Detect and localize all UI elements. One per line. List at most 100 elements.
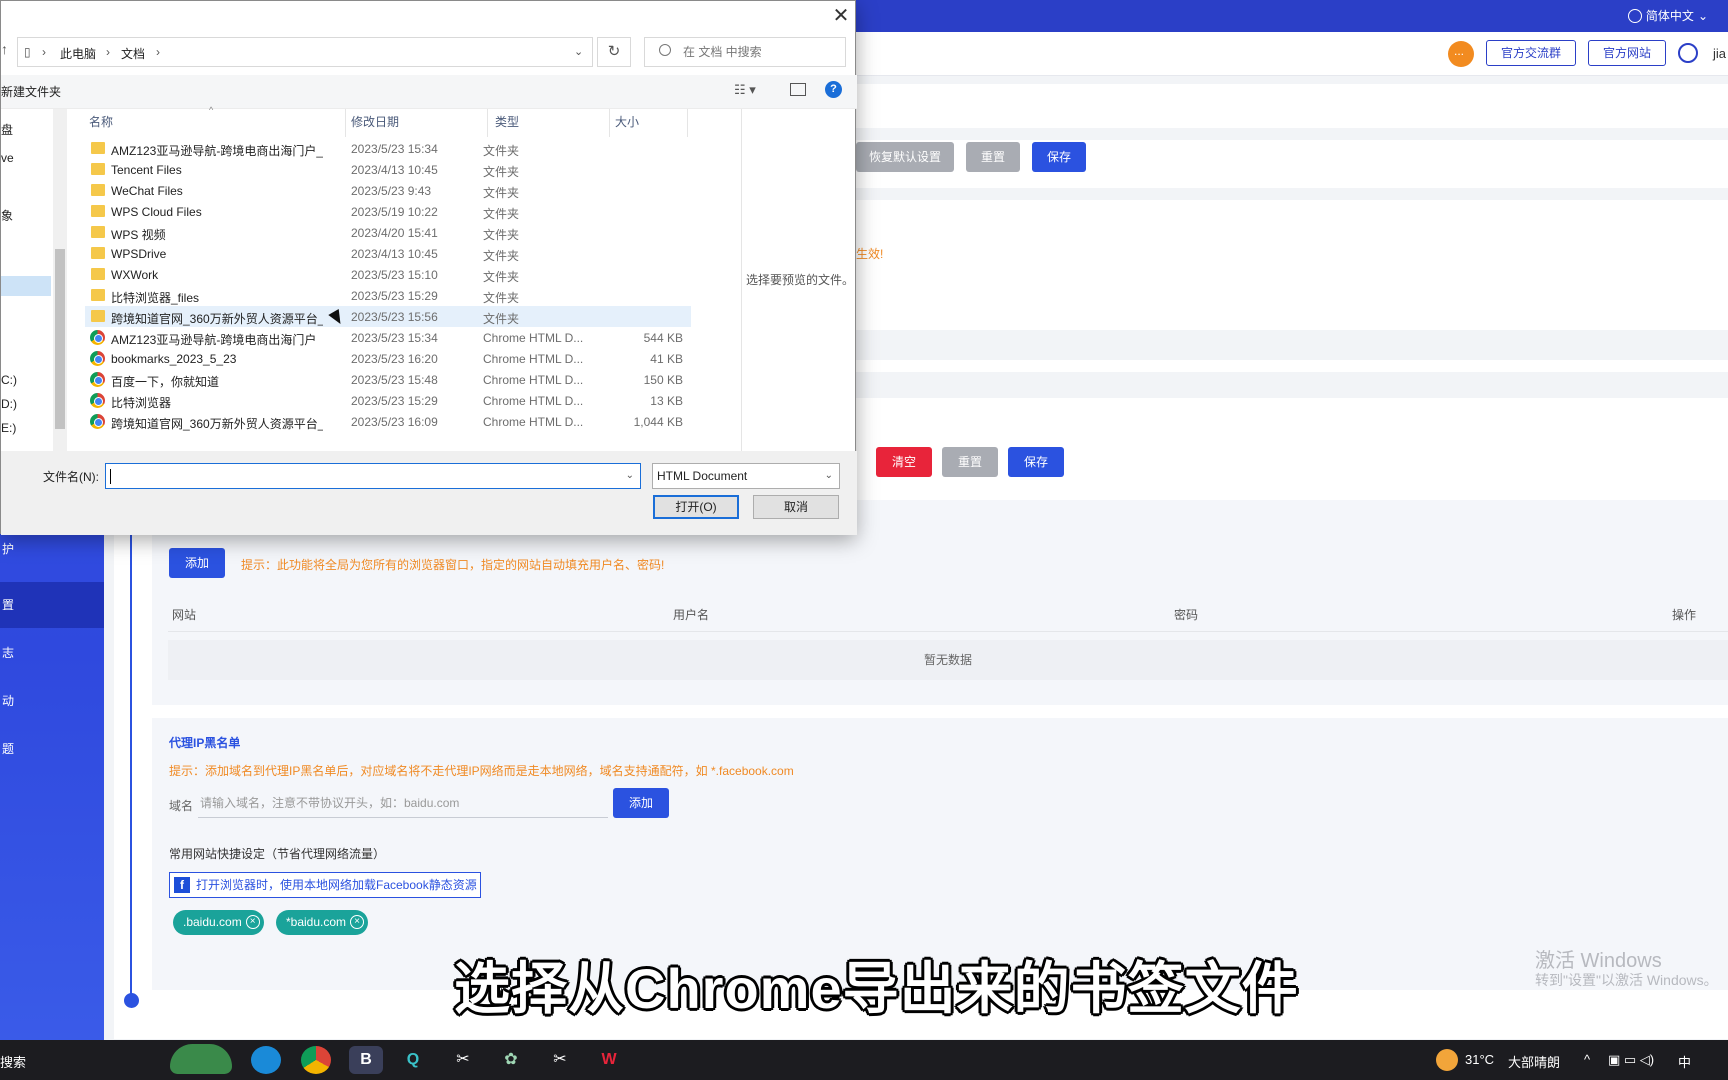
file-row[interactable]: WPS 视频 2023/4/20 15:41 文件夹 [85,222,691,243]
nav-item-drive-e[interactable]: E:) [1,421,16,435]
column-size[interactable]: 大小 [615,113,639,130]
customer-service-icon[interactable] [1448,41,1474,67]
nav-scrollbar-thumb[interactable] [55,249,65,429]
tag-label: .baidu.com [183,915,242,929]
open-button[interactable]: 打开(O) [653,495,739,519]
sidebar-item-topic[interactable]: 题 [0,726,104,772]
filetype-value: HTML Document [657,469,748,483]
tray-icons[interactable]: ▣ ▭ ◁) [1608,1052,1654,1068]
temperature[interactable]: 31°C [1465,1052,1494,1067]
chevron-down-icon[interactable]: ⌄ [574,45,583,58]
capcut-icon-2[interactable]: ✂ [545,1046,575,1074]
sidebar-item-log[interactable]: 志 [0,630,104,676]
file-row[interactable]: WPSDrive 2023/4/13 10:45 文件夹 [85,243,691,264]
chrome-html-icon [90,414,105,429]
ime-indicator[interactable]: 中 [1678,1052,1691,1071]
file-row[interactable]: AMZ123亚马逊导航-跨境电商出海门户 2023/5/23 15:34 Chrom… [85,327,691,348]
folder-icon [91,226,105,238]
reset-button-2[interactable]: 重置 [942,447,998,477]
file-row[interactable]: WPS Cloud Files 2023/5/19 10:22 文件夹 [85,201,691,222]
close-icon[interactable]: × [245,915,260,929]
file-name: WPSDrive [111,247,167,261]
search-placeholder: 在 文档 中搜索 [683,45,762,59]
column-separator[interactable] [609,109,610,137]
chrome-html-icon [90,393,105,408]
taskbar-search[interactable]: 搜索 [0,1052,26,1071]
nav-item-drive-c[interactable]: C:) [1,373,17,387]
column-date[interactable]: 修改日期 [351,113,399,130]
clear-button[interactable]: 清空 [876,447,932,477]
weather-icon[interactable] [1436,1049,1458,1071]
nav-item-disk[interactable]: 盘 [1,121,13,138]
save-button[interactable]: 保存 [1032,142,1086,172]
tray-chevron-icon[interactable]: ^ [1584,1052,1590,1067]
fan-icon[interactable]: ✿ [496,1046,526,1074]
edge-icon[interactable] [251,1046,281,1074]
official-site-button[interactable]: 官方网站 [1588,40,1667,66]
save-button-2[interactable]: 保存 [1008,447,1064,477]
breadcrumb-pc[interactable]: 此电脑 [60,45,96,62]
file-row[interactable]: bookmarks_2023_5_23 2023/5/23 16:20 Chrome… [85,348,691,369]
nav-item-pictures[interactable]: 象 [1,207,13,224]
globe-icon [1627,8,1642,23]
restore-defaults-button[interactable]: 恢复默认设置 [856,142,954,172]
user-avatar-icon[interactable] [1678,43,1698,63]
capcut-icon[interactable]: ✂ [448,1046,478,1074]
column-type[interactable]: 类型 [495,113,519,130]
nav-item-drive[interactable]: ve [1,151,14,165]
refresh-icon[interactable]: ↻ [597,37,631,67]
preview-text: 选择要预览的文件。 [746,273,855,287]
file-row[interactable]: 跨境知道官网_360万新外贸人资源平台_... 2023/5/23 15:56 文件… [85,306,691,327]
help-icon[interactable]: ? [825,81,842,98]
bitbrowser-icon[interactable]: B [349,1046,383,1074]
reset-button[interactable]: 重置 [966,142,1020,172]
wps-icon[interactable]: W [594,1046,624,1074]
file-date: 2023/5/23 16:20 [351,352,438,366]
domain-label: 域名 [169,799,194,813]
file-date: 2023/5/19 10:22 [351,205,438,219]
file-row[interactable]: 跨境知道官网_360万新外贸人资源平台_... 2023/5/23 16:09 Ch… [85,411,691,432]
nav-selected-item[interactable] [1,276,51,296]
file-name: bookmarks_2023_5_23 [111,352,237,366]
navigation-pane: 盘 ve 象 C:) D:) E:) [1,109,67,451]
view-options-icon[interactable]: ☷ ▾ [734,82,756,98]
close-icon[interactable]: × [350,915,365,929]
search-app-icon[interactable]: Q [398,1046,428,1074]
close-icon[interactable]: ✕ [829,3,853,29]
chrome-icon[interactable] [301,1046,331,1074]
nav-item-drive-d[interactable]: D:) [1,397,17,411]
user-name[interactable]: jia [1713,46,1726,61]
file-row[interactable]: WeChat Files 2023/5/23 9:43 文件夹 [85,180,691,201]
file-row[interactable]: Tencent Files 2023/4/13 10:45 文件夹 [85,159,691,180]
sidebar-item-activity[interactable]: 动 [0,678,104,724]
address-bar[interactable]: ▯ › 此电脑 › 文档 › ⌄ [17,37,593,67]
cancel-button[interactable]: 取消 [753,495,839,519]
file-row[interactable]: 百度一下，你就知道 2023/5/23 15:48 Chrome HTML D...… [85,369,691,390]
file-row[interactable]: WXWork 2023/5/23 15:10 文件夹 [85,264,691,285]
column-separator[interactable] [687,109,688,137]
file-row[interactable]: 比特浏览器_files 2023/5/23 15:29 文件夹 [85,285,691,306]
filetype-select[interactable]: HTML Document ⌄ [652,463,840,489]
domain-input[interactable]: 请输入域名，注意不带协议开头，如：baidu.com [198,788,608,818]
file-name: WXWork [111,268,159,282]
up-arrow-icon[interactable]: ↑ [1,41,8,57]
column-name[interactable]: 名称 [89,113,113,130]
official-group-button[interactable]: 官方交流群 [1486,40,1577,66]
column-separator[interactable] [487,109,488,137]
facebook-local-option[interactable]: f 打开浏览器时，使用本地网络加载Facebook静态资源 [169,872,481,898]
file-size: 1,044 KB [633,415,683,429]
weather-text[interactable]: 大部晴朗 [1508,1052,1560,1071]
chevron-down-icon[interactable]: ⌄ [626,470,634,481]
new-folder-button[interactable]: 新建文件夹 [1,83,61,100]
filename-input[interactable]: ⌄ [105,463,641,489]
preview-pane-icon[interactable] [790,83,806,96]
sidebar-item-settings[interactable]: 置 [0,582,104,628]
search-input[interactable]: 在 文档 中搜索 [644,37,846,67]
blacklist-add-button[interactable]: 添加 [613,788,669,818]
column-separator[interactable] [345,109,346,137]
breadcrumb-documents[interactable]: 文档 [121,45,145,62]
file-row[interactable]: AMZ123亚马逊导航-跨境电商出海门户_... 2023/5/23 15:34 文… [85,138,691,159]
file-row[interactable]: 比特浏览器 2023/5/23 15:29 Chrome HTML D... 13 K… [85,390,691,411]
language-selector[interactable]: 简体中文 ⌄ [1627,7,1708,24]
autofill-add-button[interactable]: 添加 [169,548,225,578]
